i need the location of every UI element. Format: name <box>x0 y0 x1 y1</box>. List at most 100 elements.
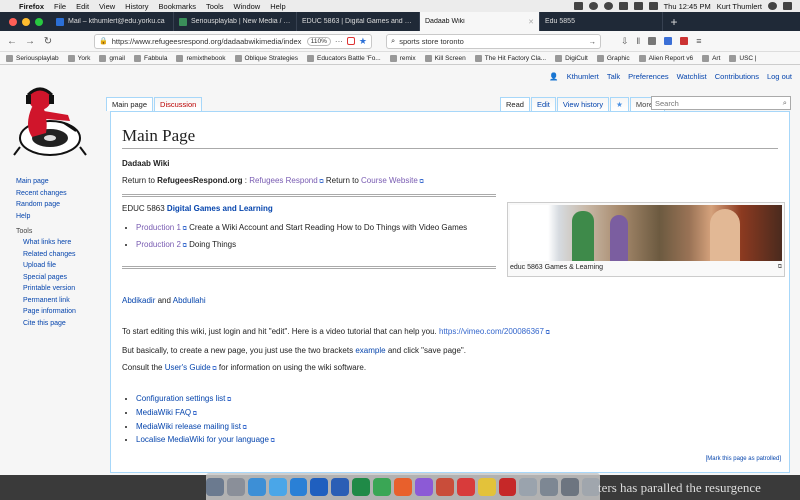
menu-app[interactable]: Firefox <box>14 2 49 11</box>
enlarge-icon[interactable]: ⧉ <box>778 264 782 271</box>
search-bar[interactable]: ⌕ sports store toronto → <box>386 33 601 49</box>
sidebar-item-help[interactable]: Help <box>16 211 104 223</box>
tab-seriousplaylab[interactable]: Seriousplaylab | New Media / Yor <box>174 12 297 31</box>
sidebar-item-upload-file[interactable]: Upload file <box>16 260 104 272</box>
dropbox-icon[interactable] <box>573 2 583 10</box>
tab-main-page[interactable]: Main page <box>106 97 154 111</box>
sidebar-item-printable-version[interactable]: Printable version <box>16 283 104 295</box>
forward-icon[interactable]: → <box>24 36 36 47</box>
page-actions-icon[interactable]: ··· <box>335 37 343 46</box>
launchpad-icon[interactable] <box>226 477 245 496</box>
bookmark-item[interactable]: Fabbula <box>133 54 167 62</box>
close-tab-icon[interactable]: ✕ <box>528 18 534 26</box>
games-image[interactable] <box>510 205 782 261</box>
wifi-icon[interactable] <box>633 2 643 10</box>
sidebar-item-random-page[interactable]: Random page <box>16 199 104 211</box>
mediawiki-faq-link[interactable]: MediaWiki FAQ <box>136 408 191 417</box>
user-link[interactable]: Kthumlert <box>567 72 599 81</box>
watchlist-link[interactable]: Watchlist <box>677 72 707 81</box>
firefox-icon[interactable] <box>394 477 412 496</box>
safari-icon[interactable] <box>247 477 266 496</box>
tab-view-history[interactable]: View history <box>556 97 610 111</box>
sidebar-item-related-changes[interactable]: Related changes <box>16 249 104 261</box>
bookmark-item[interactable]: Art <box>702 54 720 62</box>
outlook-icon[interactable] <box>310 477 329 496</box>
clock-icon[interactable] <box>603 2 613 10</box>
digital-games-link[interactable]: Digital Games and Learning <box>167 204 273 213</box>
bookmark-item[interactable]: gmail <box>99 54 125 62</box>
chrome-icon[interactable] <box>477 477 496 496</box>
sidebar-item-cite-this-page[interactable]: Cite this page <box>16 318 104 330</box>
tab-educ5863[interactable]: EDUC 5863 | Digital Games and Lea <box>297 12 420 31</box>
menu-bookmarks[interactable]: Bookmarks <box>154 2 202 11</box>
bookmark-item[interactable]: remixthebook <box>176 54 226 62</box>
spotlight-icon[interactable] <box>768 2 777 10</box>
localise-link[interactable]: Localise MediaWiki for your language <box>136 435 269 444</box>
menu-icon[interactable]: ≡ <box>696 36 701 46</box>
release-mailing-list-link[interactable]: MediaWiki release mailing list <box>136 422 241 431</box>
app-icon[interactable] <box>414 477 433 496</box>
pdf-icon[interactable] <box>498 477 517 496</box>
tab-mail[interactable]: Mail – kthumlert@edu.yorku.ca <box>51 12 174 31</box>
menu-help[interactable]: Help <box>265 2 290 11</box>
menu-edit[interactable]: Edit <box>71 2 94 11</box>
bookmark-item[interactable]: Kill Screen <box>424 54 466 62</box>
users-guide-link[interactable]: User's Guide <box>165 363 211 372</box>
bookmark-item[interactable]: DigiCult <box>555 54 588 62</box>
sidebar-item-permanent-link[interactable]: Permanent link <box>16 295 104 307</box>
mark-patrolled-link[interactable]: [Mark this page as patrolled] <box>706 456 781 462</box>
bookmark-item[interactable]: York <box>67 54 90 62</box>
bookmark-item[interactable]: remix <box>389 54 416 62</box>
tab-read[interactable]: Read <box>500 97 530 111</box>
notification-center-icon[interactable] <box>783 2 792 10</box>
lock-icon[interactable]: 🔒 <box>99 37 108 45</box>
course-website-link[interactable]: Course Website <box>361 176 418 185</box>
powerpoint-icon[interactable] <box>435 477 454 496</box>
production-2-link[interactable]: Production 2 <box>136 240 181 249</box>
sync-icon[interactable] <box>588 2 598 10</box>
wiki-logo[interactable] <box>10 81 90 161</box>
excel-icon[interactable] <box>352 477 371 496</box>
extension-icon[interactable] <box>664 37 673 45</box>
menu-window[interactable]: Window <box>229 2 266 11</box>
pocket-icon[interactable] <box>346 37 355 45</box>
facetime-icon[interactable] <box>373 477 392 496</box>
minimize-window-button[interactable] <box>22 17 30 26</box>
bookmark-item[interactable]: The Hit Factory Cla... <box>474 54 546 62</box>
download-icon[interactable]: ⇩ <box>621 36 629 47</box>
skype-icon[interactable] <box>289 477 308 496</box>
search-icon[interactable]: ⌕ <box>783 98 787 108</box>
menu-tools[interactable]: Tools <box>201 2 229 11</box>
bookmark-item[interactable]: Educators Battle 'Fo... <box>306 54 381 62</box>
watch-star-icon[interactable]: ★ <box>610 97 629 111</box>
sidebar-item-what-links-here[interactable]: What links here <box>16 237 104 249</box>
bookmark-star-icon[interactable]: ★ <box>359 36 367 47</box>
back-icon[interactable]: ← <box>6 36 18 47</box>
tab-edu5855[interactable]: Edu 5855 <box>540 12 663 31</box>
url-bar[interactable]: 🔒 https://www.refugeesrespond.org/dadaab… <box>94 33 372 49</box>
sidebar-icon[interactable] <box>648 37 657 45</box>
logout-link[interactable]: Log out <box>767 72 792 81</box>
production-1-link[interactable]: Production 1 <box>136 223 181 232</box>
config-settings-link[interactable]: Configuration settings list <box>136 394 225 403</box>
bluetooth-icon[interactable] <box>618 2 628 10</box>
refugees-respond-link[interactable]: Refugees Respond <box>249 176 318 185</box>
search-go-icon[interactable]: → <box>589 37 597 46</box>
library-icon[interactable]: ‖ <box>637 36 641 46</box>
menu-view[interactable]: View <box>94 2 120 11</box>
contributions-link[interactable]: Contributions <box>715 72 759 81</box>
finder-icon[interactable] <box>206 477 224 496</box>
sidebar-item-main-page[interactable]: Main page <box>16 176 104 188</box>
example-link[interactable]: example <box>355 346 385 355</box>
close-window-button[interactable] <box>9 17 17 26</box>
preview-icon[interactable] <box>519 477 538 496</box>
pdf-extension-icon[interactable] <box>680 37 689 45</box>
downloads-icon[interactable] <box>561 477 580 496</box>
sidebar-item-special-pages[interactable]: Special pages <box>16 272 104 284</box>
preferences-link[interactable]: Preferences <box>628 72 668 81</box>
sidebar-item-page-information[interactable]: Page information <box>16 306 104 318</box>
acrobat-icon[interactable] <box>456 477 475 496</box>
menu-file[interactable]: File <box>49 2 71 11</box>
bookmark-item[interactable]: USC | <box>729 54 757 62</box>
abdullahi-link[interactable]: Abdullahi <box>173 296 206 305</box>
